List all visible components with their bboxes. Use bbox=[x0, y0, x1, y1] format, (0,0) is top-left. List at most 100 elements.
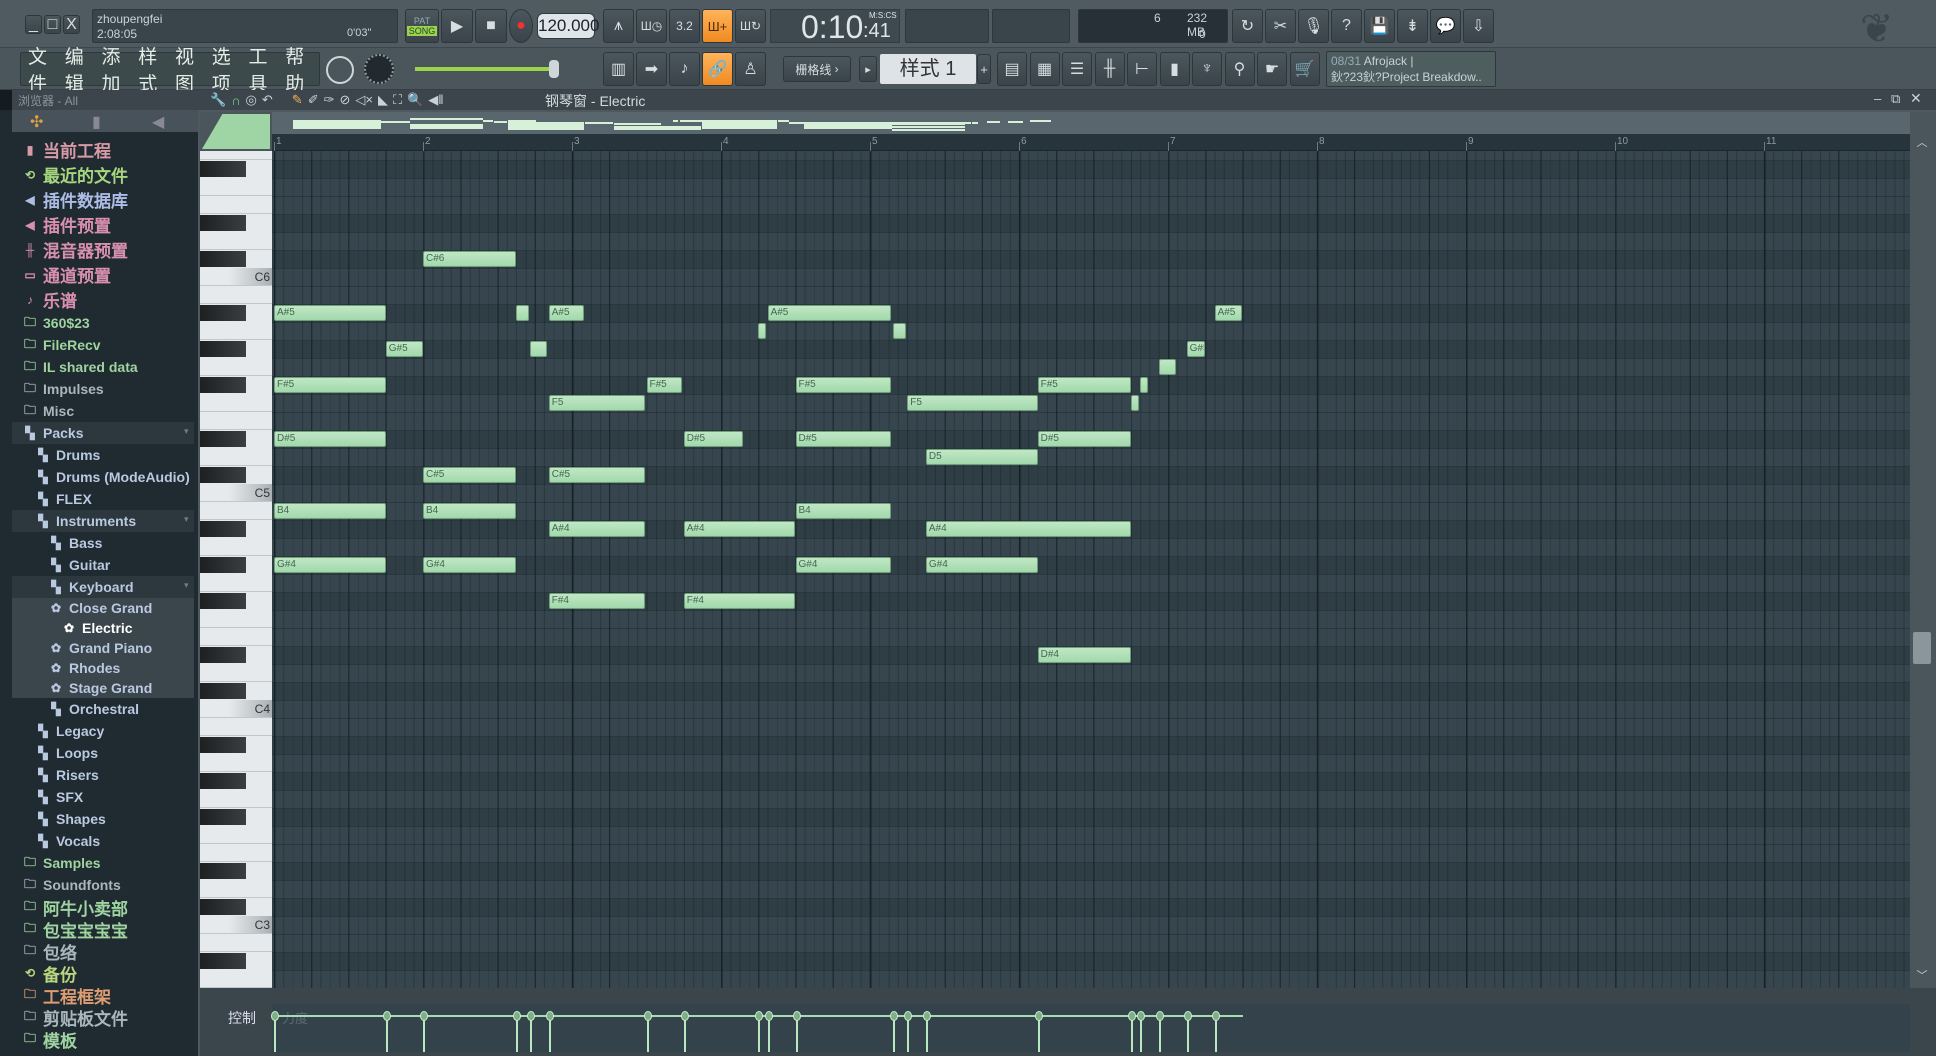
touch-button[interactable]: ☛ bbox=[1257, 52, 1287, 86]
white-key[interactable] bbox=[200, 538, 272, 556]
chevron-down-icon[interactable]: ▾ bbox=[184, 514, 189, 525]
white-key[interactable] bbox=[200, 826, 272, 844]
browser-item[interactable]: 🗀 FileRecv bbox=[22, 334, 101, 356]
typing-button[interactable]: ♪ bbox=[669, 52, 700, 86]
wait-button[interactable]: Ш◷ bbox=[636, 9, 667, 43]
note[interactable]: G#4 bbox=[925, 557, 1038, 573]
white-key[interactable] bbox=[200, 934, 272, 952]
piano-roll-button[interactable]: ▤ bbox=[997, 52, 1027, 86]
menu-item[interactable]: 样式 bbox=[137, 42, 172, 96]
note[interactable] bbox=[1140, 377, 1149, 393]
help-button[interactable]: ? bbox=[1331, 9, 1362, 43]
browser-item[interactable]: ▚ Drums (ModeAudio) bbox=[35, 466, 189, 488]
white-key[interactable] bbox=[200, 664, 272, 682]
browser-item[interactable]: 🗀 模板 bbox=[22, 1028, 77, 1051]
velocity-handle[interactable] bbox=[1034, 1010, 1043, 1021]
browser-item[interactable]: ♪ 乐谱 bbox=[22, 287, 77, 312]
link-button[interactable]: 🔗 bbox=[702, 52, 733, 86]
note[interactable]: D#5 bbox=[1037, 431, 1131, 447]
minimize-button[interactable]: _ bbox=[25, 15, 42, 34]
velocity-handle[interactable] bbox=[545, 1010, 554, 1021]
velocity-handle[interactable] bbox=[382, 1010, 391, 1021]
control-label[interactable]: 控制 bbox=[228, 1008, 256, 1028]
browser-item[interactable]: ✿ Grand Piano bbox=[48, 638, 152, 658]
velocity-lane[interactable]: 力度 bbox=[271, 1004, 1910, 1052]
browser-item[interactable]: ⟲ 最近的文件 bbox=[22, 162, 128, 187]
browser-item[interactable]: 🗀 360$23 bbox=[22, 312, 90, 334]
velocity-handle[interactable] bbox=[1127, 1010, 1136, 1021]
note[interactable]: F#5 bbox=[274, 377, 386, 393]
browser-item[interactable]: ◀ 插件数据库 bbox=[22, 187, 128, 212]
playlist-button[interactable]: ▥ bbox=[603, 52, 634, 86]
note[interactable]: A#4 bbox=[683, 521, 795, 537]
note[interactable] bbox=[530, 341, 547, 357]
velocity-handle[interactable] bbox=[643, 1010, 652, 1021]
browser-item[interactable]: ▚ Drums bbox=[35, 444, 100, 466]
black-key[interactable] bbox=[200, 647, 246, 663]
black-key[interactable] bbox=[200, 737, 246, 753]
note[interactable]: B4 bbox=[423, 503, 517, 519]
pr-close-button[interactable]: ✕ bbox=[1910, 90, 1922, 107]
speaker-icon[interactable]: ◀ bbox=[152, 112, 164, 132]
select-icon[interactable]: ⛶ bbox=[393, 92, 402, 108]
scroll-down-icon[interactable]: ﹀ bbox=[1912, 967, 1932, 983]
black-key[interactable] bbox=[200, 377, 246, 393]
black-key[interactable] bbox=[200, 557, 246, 573]
piano-keyboard[interactable]: C6 C5 C4 C3 bbox=[200, 151, 272, 988]
black-key[interactable] bbox=[200, 305, 246, 321]
note[interactable]: G#4 bbox=[423, 557, 517, 573]
velocity-handle[interactable] bbox=[904, 1010, 913, 1021]
bar-number[interactable]: 6 bbox=[1021, 136, 1027, 147]
white-key[interactable] bbox=[200, 574, 272, 592]
browser-item[interactable]: ▚ Instruments bbox=[35, 510, 136, 532]
undo-button[interactable]: ↻ bbox=[1232, 9, 1263, 43]
scroll-up-icon[interactable]: ︿ bbox=[1912, 134, 1932, 150]
browser-item[interactable]: ▚ Risers bbox=[35, 764, 98, 786]
note[interactable]: G#5 bbox=[1186, 341, 1206, 357]
pattern-selector[interactable]: 样式 1 bbox=[880, 54, 976, 84]
white-key[interactable] bbox=[200, 358, 272, 376]
black-key[interactable] bbox=[200, 863, 246, 879]
white-key[interactable] bbox=[200, 394, 272, 412]
browser-item[interactable]: 🗀 Misc bbox=[22, 400, 74, 422]
download-button[interactable]: ⇩ bbox=[1463, 9, 1494, 43]
menu-item[interactable]: 工具 bbox=[248, 42, 283, 96]
note[interactable]: A#5 bbox=[548, 305, 585, 321]
note[interactable]: F#5 bbox=[795, 377, 892, 393]
black-key[interactable] bbox=[200, 953, 246, 969]
black-key[interactable] bbox=[200, 809, 246, 825]
bar-number[interactable]: 1 bbox=[276, 136, 282, 147]
mixer-button[interactable]: ╫ bbox=[1094, 52, 1125, 86]
white-key[interactable] bbox=[200, 610, 272, 628]
white-key[interactable] bbox=[200, 754, 272, 772]
playback-icon[interactable]: ◀‖ bbox=[428, 92, 443, 108]
black-key[interactable] bbox=[200, 773, 246, 789]
browser-item[interactable]: 🗀 Soundfonts bbox=[22, 874, 121, 896]
white-key[interactable] bbox=[200, 970, 272, 988]
note[interactable]: A#5 bbox=[1214, 305, 1242, 321]
note[interactable]: A#4 bbox=[548, 521, 645, 537]
slice-icon[interactable]: ◣ bbox=[378, 92, 388, 108]
white-key[interactable] bbox=[200, 178, 272, 196]
browser-item[interactable]: ╫ 混音器预置 bbox=[22, 237, 128, 262]
white-key[interactable] bbox=[200, 232, 272, 250]
paint-icon[interactable]: ✐ bbox=[308, 92, 319, 108]
note[interactable]: D#5 bbox=[683, 431, 744, 447]
note[interactable]: F#5 bbox=[646, 377, 682, 393]
menu-item[interactable]: 视图 bbox=[174, 42, 209, 96]
velocity-handle[interactable] bbox=[271, 1010, 279, 1021]
note[interactable]: G#4 bbox=[795, 557, 892, 573]
master-slider-handle[interactable] bbox=[549, 60, 559, 78]
close-button[interactable]: X bbox=[63, 15, 80, 34]
velocity-handle[interactable] bbox=[420, 1010, 428, 1021]
chevron-down-icon[interactable]: ▾ bbox=[184, 580, 189, 591]
black-key[interactable] bbox=[200, 431, 246, 447]
velocity-handle[interactable] bbox=[890, 1010, 899, 1021]
maximize-button[interactable]: □ bbox=[44, 15, 61, 34]
velocity-handle[interactable] bbox=[792, 1010, 801, 1021]
note[interactable] bbox=[1158, 359, 1177, 375]
undo-icon[interactable]: ↶ bbox=[262, 92, 273, 108]
delete-icon[interactable]: ⊘ bbox=[340, 92, 351, 108]
velocity-handle[interactable] bbox=[513, 1010, 522, 1021]
note[interactable]: C#5 bbox=[423, 467, 517, 483]
